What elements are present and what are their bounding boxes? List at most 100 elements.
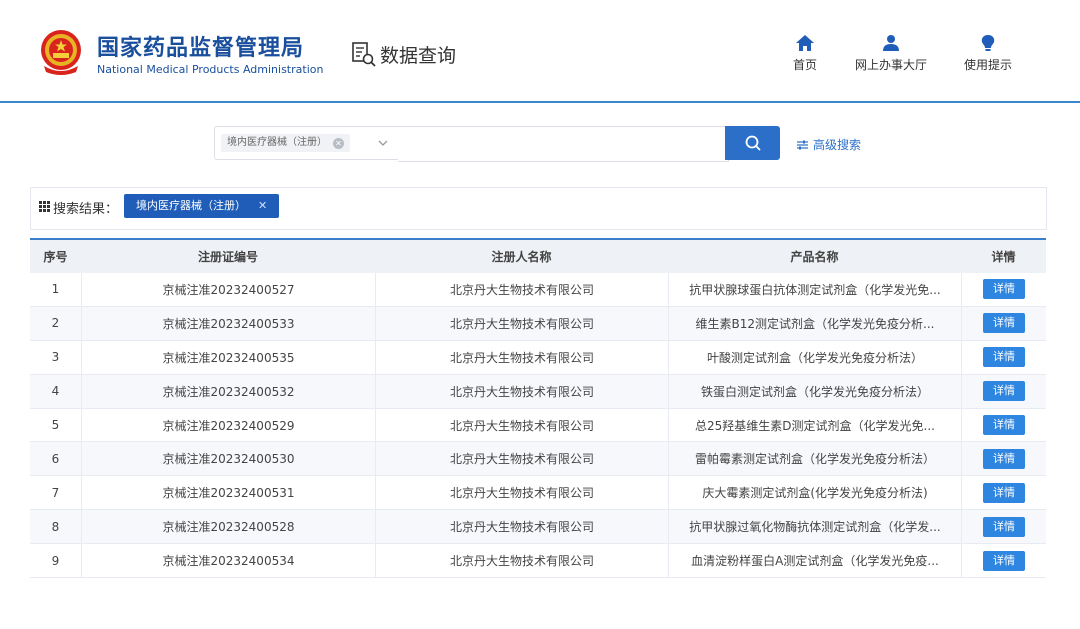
site-header: 国家药品监督管理局 National Medical Products Admi…	[0, 0, 1080, 101]
row-registrant: 北京丹大生物技术有限公司	[375, 510, 668, 544]
nav-home[interactable]: 首页	[793, 34, 817, 73]
row-index: 1	[51, 282, 60, 297]
table-row: 5 京械注准20232400529 北京丹大生物技术有限公司 总25羟基维生素D测定试…	[30, 408, 1046, 443]
column-header-registrant: 注册人名称	[375, 240, 668, 273]
results-table: 序号 注册证编号 注册人名称 产品名称 详情 1 京械注准20232400527 北…	[30, 238, 1046, 579]
search-input[interactable]	[398, 126, 729, 162]
nav-usage-tips-label: 使用提示	[964, 58, 1013, 72]
column-header-cert: 注册证编号	[81, 240, 375, 273]
row-index: 3	[51, 350, 60, 365]
data-query-link[interactable]: 数据查询	[350, 40, 456, 68]
row-product-name: 抗甲状腺过氧化物酶抗体测定试剂盒（化学发...	[668, 510, 961, 544]
column-header-product: 产品名称	[668, 240, 961, 273]
column-header-index: 序号	[43, 250, 68, 264]
detail-button[interactable]: 详情	[983, 313, 1025, 334]
row-product-name: 维生素B12测定试剂盒（化学发光免疫分析...	[668, 306, 961, 340]
header-divider	[0, 101, 1080, 103]
table-row: 3 京械注准20232400535 北京丹大生物技术有限公司 叶酸测定试剂盒（化学发光…	[30, 340, 1046, 375]
row-registrant: 北京丹大生物技术有限公司	[375, 544, 668, 578]
detail-button[interactable]: 详情	[983, 347, 1025, 368]
site-subtitle: National Medical Products Administration	[97, 63, 324, 76]
advanced-search-label: 高级搜索	[813, 138, 862, 152]
document-search-icon	[352, 42, 376, 67]
search-results-label: 搜索结果：	[53, 202, 119, 217]
row-index: 9	[51, 553, 60, 568]
chevron-down-icon[interactable]	[377, 136, 389, 150]
row-cert-number: 京械注准20232400530	[81, 442, 375, 476]
category-chip-label: 境内医疗器械（注册）	[227, 137, 327, 148]
row-product-name: 铁蛋白测定试剂盒（化学发光免疫分析法）	[668, 374, 961, 408]
row-registrant: 北京丹大生物技术有限公司	[375, 374, 668, 408]
search-button[interactable]	[725, 126, 780, 160]
row-cert-number: 京械注准20232400534	[81, 544, 375, 578]
user-icon	[883, 35, 899, 51]
row-product-name: 总25羟基维生素D测定试剂盒（化学发光免...	[668, 408, 961, 442]
advanced-search-link[interactable]: 高级搜索	[797, 136, 861, 153]
site-title: 国家药品监督管理局	[97, 36, 305, 61]
data-query-label: 数据查询	[380, 44, 457, 67]
row-index: 8	[51, 519, 60, 534]
row-detail-cell: 详情	[961, 442, 1046, 476]
table-row: 9 京械注准20232400534 北京丹大生物技术有限公司 血清淀粉样蛋白A测定试剂…	[30, 544, 1046, 579]
detail-button[interactable]: 详情	[983, 279, 1025, 300]
row-registrant: 北京丹大生物技术有限公司	[375, 442, 668, 476]
row-detail-cell: 详情	[961, 306, 1046, 340]
category-select[interactable]: 境内医疗器械（注册） ✕	[214, 126, 400, 160]
search-results-bar: 搜索结果： 境内医疗器械（注册） ✕	[30, 187, 1047, 230]
nav-online-service-hall[interactable]: 网上办事大厅	[855, 34, 927, 73]
row-index: 6	[51, 451, 60, 466]
row-cert-number: 京械注准20232400528	[81, 510, 375, 544]
search-bar: 境内医疗器械（注册） ✕	[214, 126, 780, 162]
category-chip: 境内医疗器械（注册） ✕	[221, 134, 350, 152]
table-body: 1 京械注准20232400527 北京丹大生物技术有限公司 抗甲状腺球蛋白抗体测定试…	[30, 273, 1046, 579]
row-index: 2	[51, 316, 60, 331]
row-cert-number: 京械注准20232400527	[81, 273, 375, 306]
row-index: 4	[51, 384, 60, 399]
detail-button[interactable]: 详情	[983, 381, 1025, 402]
lightbulb-icon	[981, 35, 995, 51]
table-row: 8 京械注准20232400528 北京丹大生物技术有限公司 抗甲状腺过氧化物酶抗体测…	[30, 510, 1046, 545]
active-filter-tag[interactable]: 境内医疗器械（注册） ✕	[124, 194, 280, 218]
row-product-name: 血清淀粉样蛋白A测定试剂盒（化学发光免疫...	[668, 544, 961, 578]
row-product-name: 庆大霉素测定试剂盒(化学发光免疫分析法)	[668, 476, 961, 510]
row-detail-cell: 详情	[961, 510, 1046, 544]
row-detail-cell: 详情	[961, 476, 1046, 510]
nav-home-label: 首页	[793, 58, 818, 72]
nav-online-service-hall-label: 网上办事大厅	[855, 58, 928, 72]
row-detail-cell: 详情	[961, 544, 1046, 578]
search-icon	[745, 135, 761, 151]
row-cert-number: 京械注准20232400531	[81, 476, 375, 510]
filter-sliders-icon	[797, 140, 808, 149]
row-detail-cell: 详情	[961, 273, 1046, 306]
national-emblem-icon	[41, 30, 81, 75]
row-product-name: 雷帕霉素测定试剂盒（化学发光免疫分析法）	[668, 442, 961, 476]
nav-usage-tips[interactable]: 使用提示	[964, 34, 1012, 73]
row-cert-number: 京械注准20232400533	[81, 306, 375, 340]
row-registrant: 北京丹大生物技术有限公司	[375, 340, 668, 374]
close-icon[interactable]: ✕	[258, 199, 267, 212]
active-filter-label: 境内医疗器械（注册）	[136, 199, 246, 212]
row-detail-cell: 详情	[961, 374, 1046, 408]
row-registrant: 北京丹大生物技术有限公司	[375, 476, 668, 510]
detail-button[interactable]: 详情	[983, 482, 1025, 503]
row-cert-number: 京械注准20232400532	[81, 374, 375, 408]
detail-button[interactable]: 详情	[983, 516, 1025, 537]
row-detail-cell: 详情	[961, 408, 1046, 442]
detail-button[interactable]: 详情	[983, 550, 1025, 571]
detail-button[interactable]: 详情	[983, 415, 1025, 435]
row-product-name: 叶酸测定试剂盒（化学发光免疫分析法）	[668, 340, 961, 374]
row-cert-number: 京械注准20232400535	[81, 340, 375, 374]
row-product-name: 抗甲状腺球蛋白抗体测定试剂盒（化学发光免...	[668, 273, 961, 306]
table-row: 1 京械注准20232400527 北京丹大生物技术有限公司 抗甲状腺球蛋白抗体测定试…	[30, 273, 1046, 307]
row-registrant: 北京丹大生物技术有限公司	[375, 408, 668, 442]
row-index: 5	[51, 418, 60, 432]
table-row: 4 京械注准20232400532 北京丹大生物技术有限公司 铁蛋白测定试剂盒（化学发…	[30, 374, 1046, 409]
row-registrant: 北京丹大生物技术有限公司	[375, 273, 668, 306]
detail-button[interactable]: 详情	[983, 448, 1025, 469]
table-row: 2 京械注准20232400533 北京丹大生物技术有限公司 维生素B12测定试剂盒（…	[30, 306, 1046, 341]
row-cert-number: 京械注准20232400529	[81, 408, 375, 442]
home-icon	[796, 35, 814, 51]
table-row: 7 京械注准20232400531 北京丹大生物技术有限公司 庆大霉素测定试剂盒(化学…	[30, 476, 1046, 511]
column-header-detail: 详情	[991, 250, 1016, 264]
chip-close-icon[interactable]: ✕	[333, 138, 344, 149]
